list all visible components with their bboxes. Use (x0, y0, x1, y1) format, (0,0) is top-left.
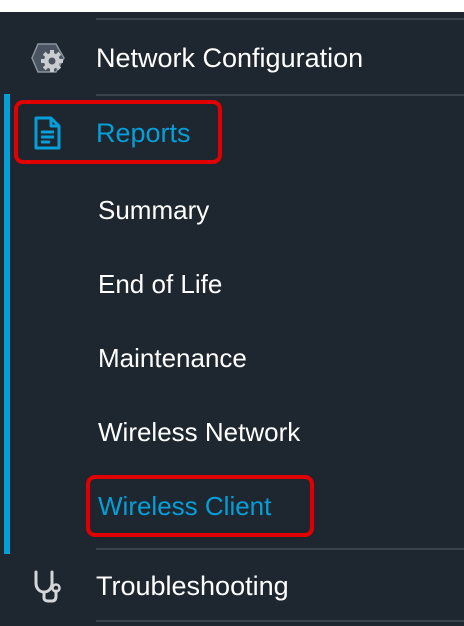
submenu-item-maintenance[interactable]: Maintenance (0, 326, 464, 390)
sidebar-nav: Network Configuration Reports Summary En… (0, 12, 464, 626)
sidebar-item-troubleshooting[interactable]: Troubleshooting (0, 554, 464, 618)
submenu-item-summary[interactable]: Summary (0, 178, 464, 242)
stethoscope-icon (30, 569, 62, 603)
submenu-item-label: Summary (98, 195, 210, 225)
divider (96, 94, 464, 96)
gear-icon (30, 40, 66, 76)
submenu-item-label: Maintenance (98, 343, 247, 373)
sidebar-item-label: Network Configuration (96, 43, 364, 73)
reports-highlight-box (14, 100, 222, 164)
submenu-item-label: Wireless Network (98, 417, 301, 447)
sidebar-item-label: Troubleshooting (96, 571, 289, 601)
submenu-item-end-of-life[interactable]: End of Life (0, 252, 464, 316)
divider (96, 548, 464, 550)
submenu-item-label: End of Life (98, 269, 223, 299)
submenu-item-wireless-network[interactable]: Wireless Network (0, 400, 464, 464)
sidebar-item-network-configuration[interactable]: Network Configuration (0, 26, 464, 90)
divider-top (96, 18, 464, 20)
divider-bottom (96, 620, 464, 622)
wireless-client-highlight-box (86, 475, 314, 537)
